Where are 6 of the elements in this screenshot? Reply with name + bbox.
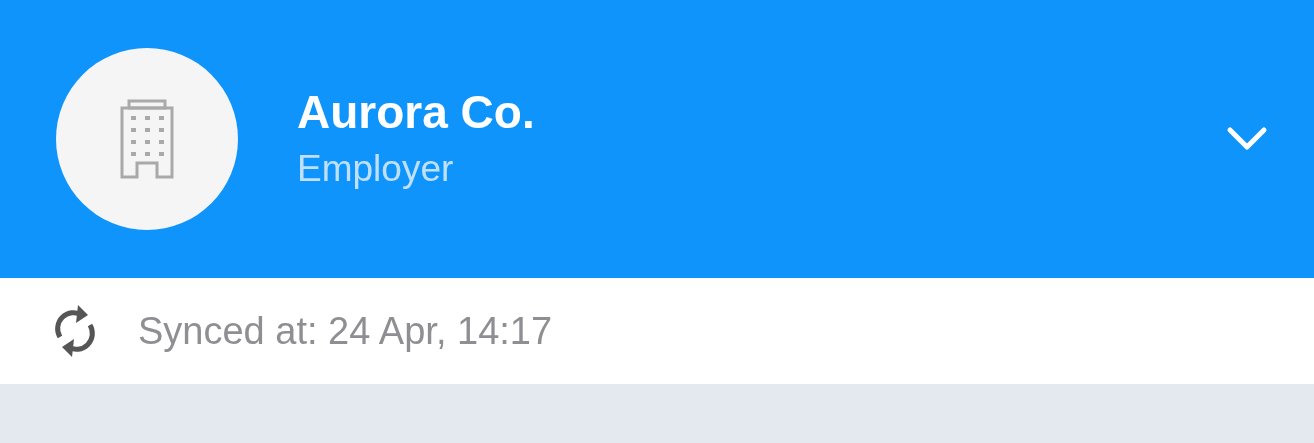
sync-status-text: Synced at: 24 Apr, 14:17 bbox=[138, 309, 553, 353]
building-icon bbox=[120, 99, 174, 179]
company-name: Aurora Co. bbox=[297, 85, 536, 140]
chevron-down-icon bbox=[1226, 126, 1268, 152]
account-role: Employer bbox=[297, 147, 455, 191]
sync-icon bbox=[52, 303, 98, 359]
